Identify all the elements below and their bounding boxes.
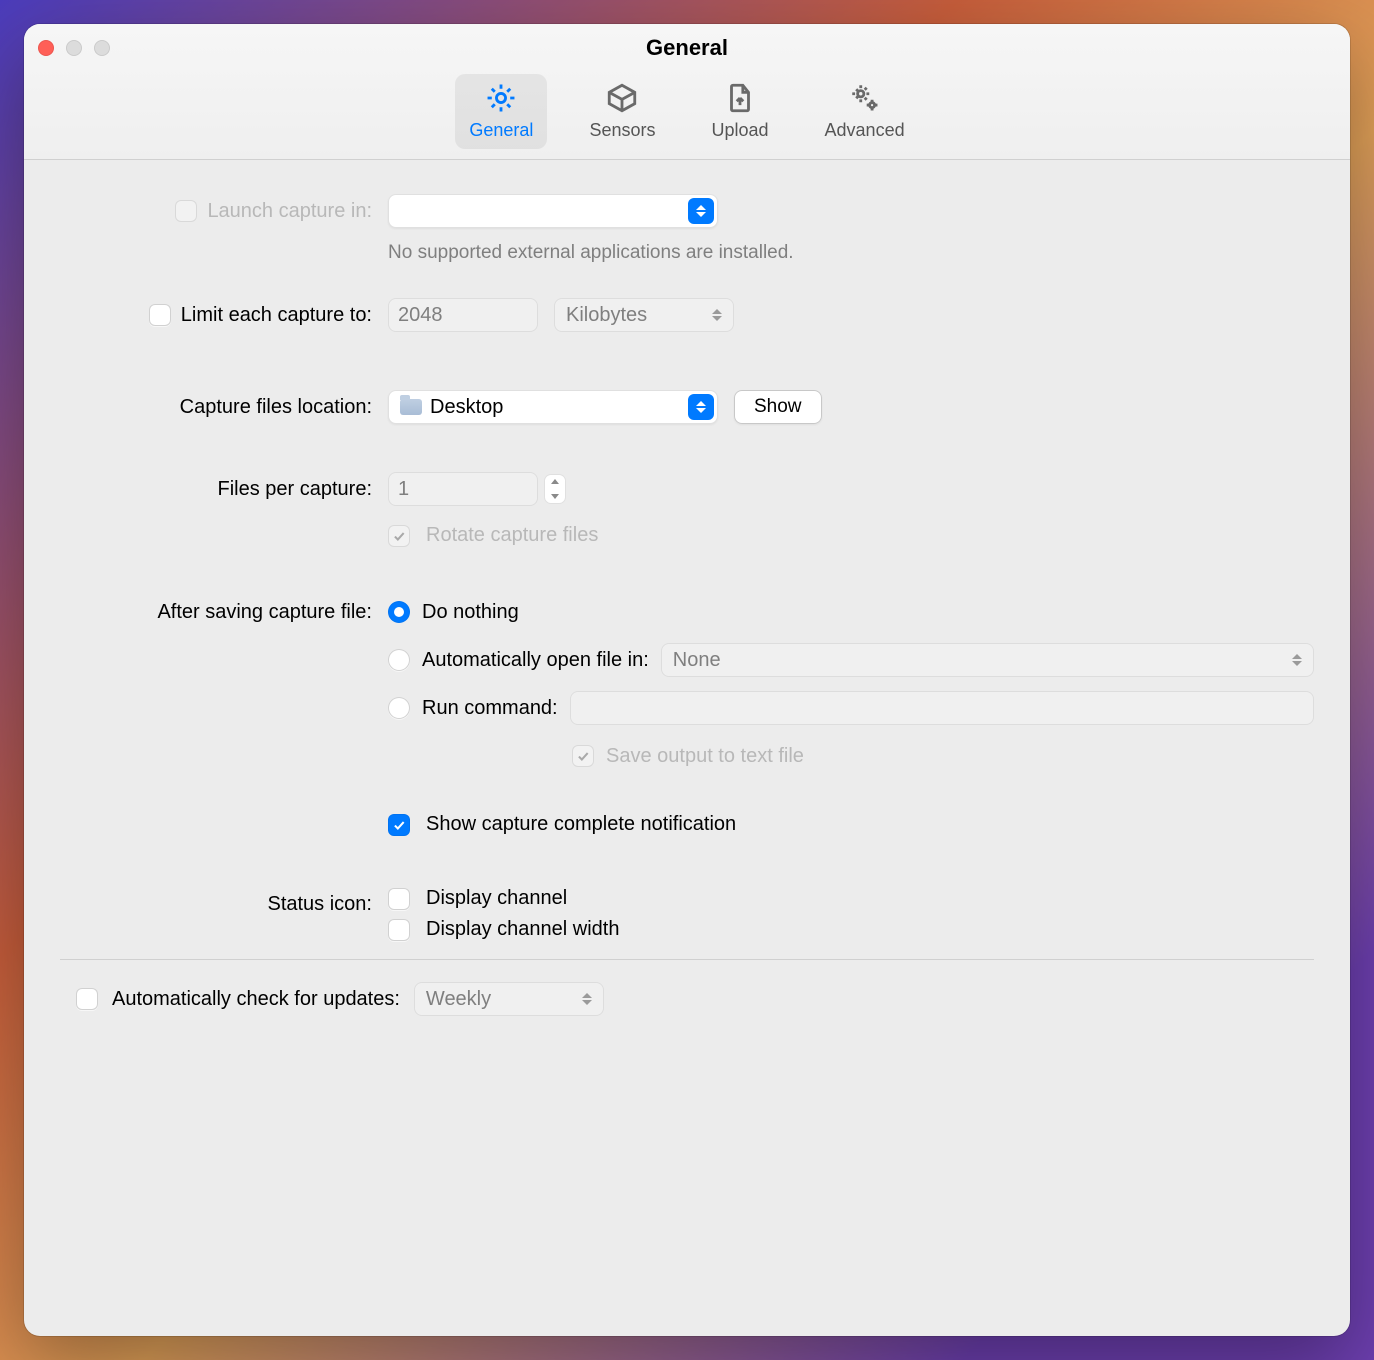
launch-capture-label: Launch capture in: [207, 200, 372, 223]
window-title: General [24, 35, 1350, 61]
minimize-window-button[interactable] [66, 40, 82, 56]
tab-label: Sensors [589, 120, 655, 141]
files-per-capture-field[interactable]: 1 [388, 472, 538, 506]
updown-icon [574, 986, 600, 1012]
updown-icon [688, 394, 714, 420]
save-output-label: Save output to text file [606, 745, 804, 768]
window-controls [38, 40, 110, 56]
preferences-window: General General Sensors [24, 24, 1350, 1336]
preferences-body: Launch capture in: No supported external… [24, 160, 1350, 1336]
preferences-toolbar: General Sensors Upload [38, 72, 1336, 149]
after-run-label: Run command: [422, 697, 558, 720]
auto-check-updates-label: Automatically check for updates: [112, 988, 400, 1011]
gear-icon [483, 80, 519, 116]
status-icon-label: Status icon: [267, 893, 372, 916]
zoom-window-button[interactable] [94, 40, 110, 56]
display-channel-width-label: Display channel width [426, 918, 619, 941]
capture-location-value: Desktop [430, 396, 503, 419]
update-interval-value: Weekly [426, 988, 491, 1011]
cube-icon [604, 80, 640, 116]
upload-icon [722, 80, 758, 116]
files-per-capture-value: 1 [398, 478, 409, 501]
after-open-radio[interactable] [388, 649, 410, 671]
after-open-app-select[interactable]: None [661, 643, 1314, 677]
capture-location-select[interactable]: Desktop [388, 390, 718, 424]
limit-capture-unit-value: Kilobytes [566, 304, 647, 327]
files-per-capture-stepper[interactable] [544, 474, 566, 504]
save-output-checkbox[interactable] [572, 745, 594, 767]
launch-capture-checkbox[interactable] [175, 200, 197, 222]
after-run-radio[interactable] [388, 697, 410, 719]
after-open-label: Automatically open file in: [422, 649, 649, 672]
updown-icon [688, 198, 714, 224]
updown-icon [704, 302, 730, 328]
after-open-app-value: None [673, 649, 721, 672]
show-location-button[interactable]: Show [734, 390, 822, 424]
updown-icon [1284, 647, 1310, 673]
rotate-files-label: Rotate capture files [426, 524, 598, 547]
folder-icon [400, 399, 422, 415]
limit-capture-size-field[interactable]: 2048 [388, 298, 538, 332]
separator [60, 959, 1314, 960]
after-do-nothing-label: Do nothing [422, 601, 519, 624]
launch-capture-app-select[interactable] [388, 194, 718, 228]
after-run-command-field[interactable] [570, 691, 1314, 725]
tab-advanced[interactable]: Advanced [811, 74, 919, 149]
display-channel-checkbox[interactable] [388, 888, 410, 910]
show-notification-label: Show capture complete notification [426, 813, 736, 836]
launch-capture-hint: No supported external applications are i… [388, 242, 1314, 264]
capture-location-label: Capture files location: [180, 396, 372, 419]
tab-general[interactable]: General [455, 74, 547, 149]
update-interval-select[interactable]: Weekly [414, 982, 604, 1016]
tab-upload[interactable]: Upload [697, 74, 782, 149]
tab-label: Upload [711, 120, 768, 141]
gears-icon [847, 80, 883, 116]
show-notification-checkbox[interactable] [388, 814, 410, 836]
auto-check-updates-checkbox[interactable] [76, 988, 98, 1010]
limit-capture-checkbox[interactable] [149, 304, 171, 326]
display-channel-label: Display channel [426, 887, 567, 910]
after-do-nothing-radio[interactable] [388, 601, 410, 623]
limit-capture-size-value: 2048 [398, 304, 443, 327]
stepper-up-icon [544, 474, 566, 489]
close-window-button[interactable] [38, 40, 54, 56]
stepper-down-icon [544, 489, 566, 504]
tab-label: General [469, 120, 533, 141]
files-per-capture-label: Files per capture: [217, 478, 372, 501]
rotate-files-checkbox[interactable] [388, 525, 410, 547]
display-channel-width-checkbox[interactable] [388, 919, 410, 941]
limit-capture-unit-select[interactable]: Kilobytes [554, 298, 734, 332]
tab-sensors[interactable]: Sensors [575, 74, 669, 149]
button-label: Show [754, 396, 802, 418]
titlebar: General General Sensors [24, 24, 1350, 160]
after-save-label: After saving capture file: [157, 601, 372, 624]
tab-label: Advanced [825, 120, 905, 141]
limit-capture-label: Limit each capture to: [181, 304, 372, 327]
